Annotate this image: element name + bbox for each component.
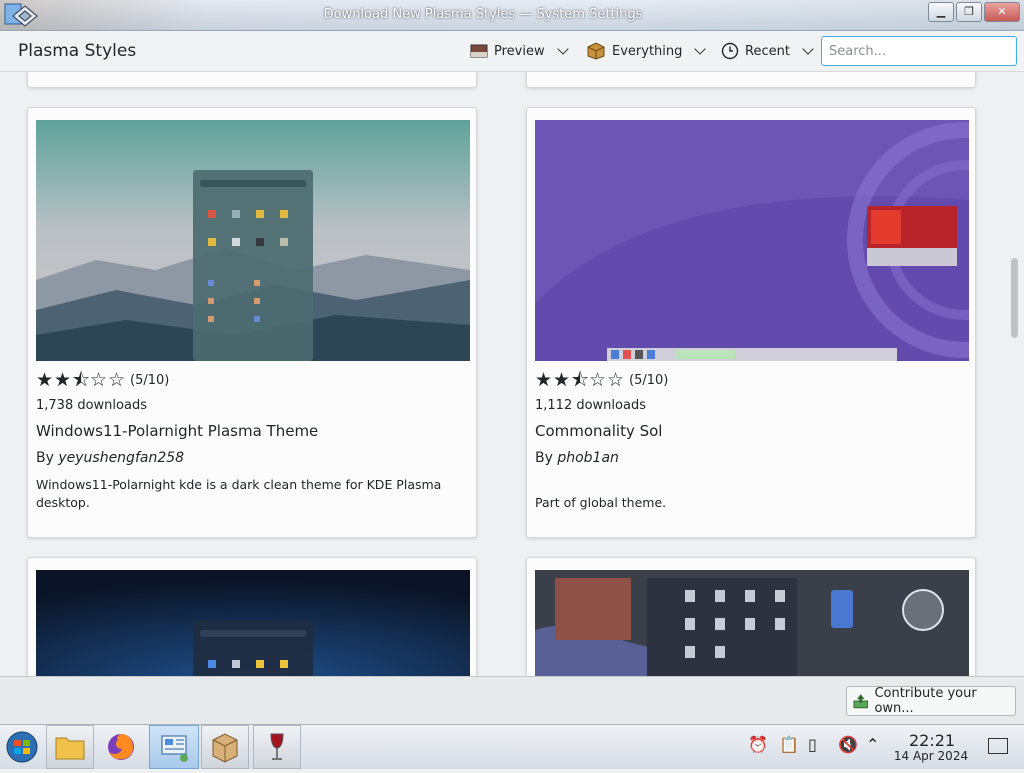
- author-name[interactable]: phob1an: [557, 450, 619, 466]
- download-count: 1,738 downloads: [36, 398, 147, 413]
- chevron-down-icon: [802, 43, 814, 55]
- chevron-down-icon: [556, 43, 569, 55]
- everything-dropdown[interactable]: Everything: [586, 40, 707, 62]
- style-preview-image[interactable]: [535, 120, 969, 361]
- card-partial-top-right[interactable]: [526, 72, 976, 88]
- contribute-label: Contribute your own...: [874, 686, 977, 716]
- package-icon: [587, 42, 605, 60]
- taskbar-firefox[interactable]: [98, 725, 146, 769]
- style-preview-image[interactable]: [535, 570, 969, 676]
- star-empty-icon: ☆: [90, 369, 108, 391]
- style-name: Commonality Sol: [535, 422, 663, 440]
- by-label: By: [36, 450, 54, 466]
- page-title: Plasma Styles: [18, 41, 137, 61]
- contribute-button[interactable]: Contribute your own...: [846, 686, 1016, 716]
- style-author: By yeyushengfan258: [36, 450, 184, 466]
- star-full-icon: ★: [36, 369, 54, 391]
- style-description: Part of global theme.: [535, 495, 667, 510]
- start-menu-button[interactable]: [0, 725, 44, 769]
- close-button[interactable]: ✕: [984, 2, 1020, 22]
- styles-grid[interactable]: ★ ★ ⯪ ☆ ☆ (5/10) 1,738 downloads Windows…: [0, 72, 1024, 676]
- chevron-down-icon: [694, 43, 707, 55]
- clock-date[interactable]: 14 Apr 2024: [888, 749, 974, 763]
- close-icon: ✕: [997, 5, 1007, 18]
- firefox-icon: [108, 734, 134, 760]
- star-full-icon: ★: [54, 369, 72, 391]
- style-preview-image[interactable]: [36, 570, 470, 676]
- folder-icon: [55, 737, 85, 760]
- preview-icon: [470, 44, 488, 58]
- taskbar-system-settings[interactable]: [149, 725, 199, 769]
- style-card[interactable]: ★ ★ ⯪ ☆ ☆ (5/10) 1,112 downloads Commona…: [526, 107, 976, 538]
- minimize-button[interactable]: ▁: [928, 2, 954, 22]
- style-card-partial[interactable]: [526, 557, 976, 676]
- maximize-button[interactable]: ❐: [956, 2, 982, 22]
- clock-icon: [721, 42, 739, 60]
- star-empty-icon: ☆: [607, 369, 625, 391]
- star-rating: ★ ★ ⯪ ☆ ☆ (5/10): [535, 370, 668, 390]
- by-label: By: [535, 450, 553, 466]
- style-name: Windows11-Polarnight Plasma Theme: [36, 422, 319, 440]
- wine-glass-icon: [270, 733, 284, 760]
- taskbar-package-manager[interactable]: [201, 725, 249, 769]
- star-half-icon: ⯪: [72, 369, 90, 391]
- everything-label: Everything: [612, 43, 683, 59]
- box-icon: [212, 733, 238, 763]
- taskbar: ⏰ 📋 ▯ 🔇 ⌃ 22:21 14 Apr 2024: [0, 724, 1024, 769]
- rating-text: (5/10): [130, 372, 170, 388]
- window-titlebar[interactable]: Download New Plasma Styles — System Sett…: [0, 0, 1024, 31]
- style-card-partial[interactable]: [27, 557, 477, 676]
- taskbar-file-manager[interactable]: [46, 725, 94, 769]
- notifications-icon[interactable]: ⏰: [748, 735, 768, 754]
- clipboard-icon[interactable]: 📋: [779, 735, 799, 754]
- show-desktop-icon[interactable]: [988, 738, 1008, 754]
- system-settings-icon: [161, 735, 188, 762]
- card-partial-top-left[interactable]: [27, 72, 477, 88]
- star-half-icon: ⯪: [571, 369, 589, 391]
- start-orb-icon: [6, 731, 38, 763]
- preview-dropdown[interactable]: Preview: [470, 40, 569, 62]
- star-full-icon: ★: [553, 369, 571, 391]
- search-input[interactable]: [821, 36, 1017, 66]
- star-full-icon: ★: [535, 369, 553, 391]
- minimize-icon: ▁: [936, 5, 946, 18]
- download-count: 1,112 downloads: [535, 398, 646, 413]
- star-empty-icon: ☆: [589, 369, 607, 391]
- window-title: Download New Plasma Styles — System Sett…: [323, 7, 643, 22]
- dialog-footer: Contribute your own...: [0, 676, 1024, 725]
- preview-label: Preview: [494, 43, 545, 59]
- taskbar-wine[interactable]: [253, 725, 301, 769]
- chevron-up-icon[interactable]: ⌃: [866, 735, 879, 754]
- recent-dropdown[interactable]: Recent: [721, 40, 814, 62]
- star-rating: ★ ★ ⯪ ☆ ☆ (5/10): [36, 370, 169, 390]
- star-empty-icon: ☆: [108, 369, 126, 391]
- scrollbar-thumb[interactable]: [1011, 258, 1018, 338]
- upload-icon: [853, 694, 868, 709]
- style-author: By phob1an: [535, 450, 619, 466]
- recent-label: Recent: [745, 43, 790, 59]
- clock-time[interactable]: 22:21: [900, 731, 964, 750]
- maximize-icon: ❐: [964, 5, 974, 18]
- volume-muted-icon[interactable]: 🔇: [838, 735, 858, 754]
- battery-icon[interactable]: ▯: [808, 735, 817, 754]
- style-card[interactable]: ★ ★ ⯪ ☆ ☆ (5/10) 1,738 downloads Windows…: [27, 107, 477, 538]
- style-preview-image[interactable]: [36, 120, 470, 361]
- style-description: Windows11-Polarnight kde is a dark clean…: [36, 477, 442, 510]
- rating-text: (5/10): [629, 372, 669, 388]
- page-header: Plasma Styles Preview Everything Recent: [0, 31, 1024, 72]
- author-name[interactable]: yeyushengfan258: [58, 450, 184, 466]
